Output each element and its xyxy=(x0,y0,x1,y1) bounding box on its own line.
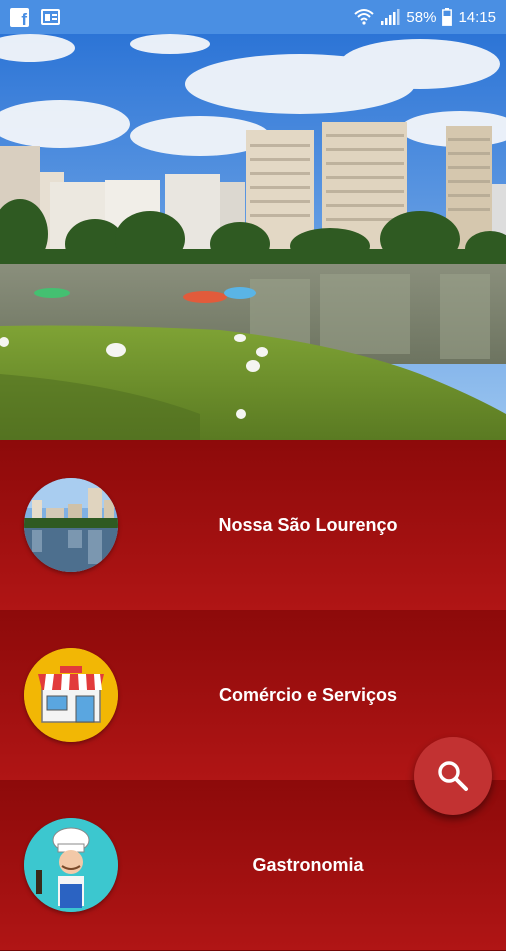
facebook-icon xyxy=(10,7,29,30)
search-icon xyxy=(438,761,468,791)
battery-icon xyxy=(442,8,453,26)
menu-list: Nossa São Lourenço Comércio e Serviços G… xyxy=(0,440,506,951)
menu-item-nossa-sao-lourenco[interactable]: Nossa São Lourenço xyxy=(0,440,506,611)
news-icon xyxy=(41,9,60,25)
signal-icon xyxy=(381,9,400,25)
wifi-icon xyxy=(354,9,375,25)
battery-percent: 58% xyxy=(406,8,437,26)
shop-icon xyxy=(24,648,118,742)
lake-skyline-illustration xyxy=(0,34,506,440)
search-button[interactable] xyxy=(414,737,492,815)
city-lake-thumbnail xyxy=(24,478,118,572)
status-bar: 58% 14:15 xyxy=(0,0,506,34)
hero-image xyxy=(0,34,506,440)
menu-item-label: Nossa São Lourenço xyxy=(218,514,398,535)
menu-item-label: Comércio e Serviços xyxy=(218,684,398,705)
menu-item-label: Gastronomia xyxy=(252,854,364,875)
clock: 14:15 xyxy=(458,8,496,26)
chef-icon xyxy=(24,818,118,912)
